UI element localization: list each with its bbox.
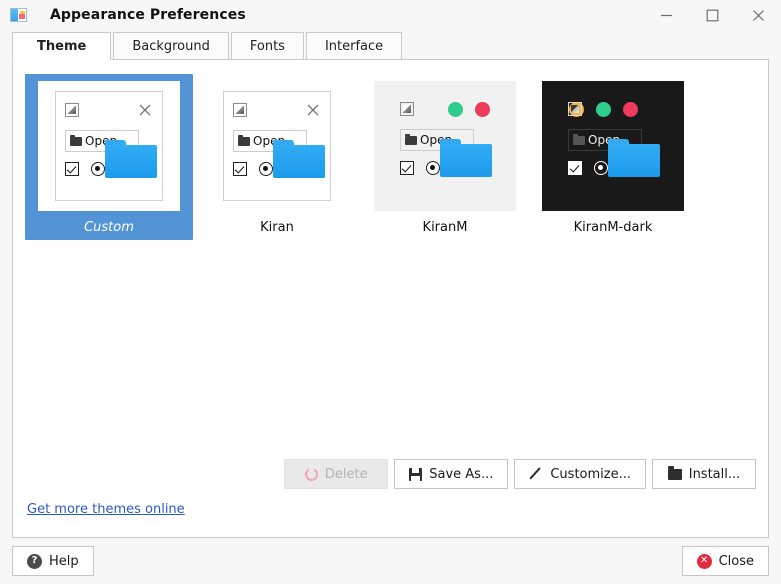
minimize-icon[interactable] [643,0,689,30]
appearance-icon [10,8,27,22]
tab-interface[interactable]: Interface [306,32,402,60]
theme-item-kiranm-dark[interactable]: Open KiranM-dark [529,74,697,240]
preview-folder-icon [238,137,250,146]
preview-checkbox [400,161,414,175]
maximize-icon[interactable] [689,0,735,30]
theme-actions: Delete Save As... Customize... Install..… [284,459,756,489]
preview-radio [259,162,273,176]
theme-list: Open Custom [13,60,768,240]
trash-icon [305,468,318,481]
theme-preview-kiranm-dark: Open [542,81,684,211]
theme-preview-custom: Open [38,81,180,211]
theme-preview-kiranm: Open [374,81,516,211]
customize-button[interactable]: Customize... [514,459,646,489]
save-as-button[interactable]: Save As... [394,459,508,489]
preview-maximize-icon [568,102,582,116]
preview-folder-graphic [273,140,325,178]
preview-maximize-icon [65,103,79,117]
preview-radio [91,162,105,176]
save-as-button-label: Save As... [429,467,493,482]
install-button[interactable]: Install... [652,459,756,489]
close-icon[interactable] [735,0,781,30]
tab-bar: Theme Background Fonts Interface [0,30,781,60]
preview-checkbox [233,162,247,176]
preview-folder-icon [405,136,417,145]
theme-item-custom[interactable]: Open Custom [25,74,193,240]
theme-item-kiran[interactable]: Open Kiran [193,74,361,240]
preview-radio [594,161,608,175]
get-more-themes-link[interactable]: Get more themes online [27,502,185,517]
tab-background[interactable]: Background [113,32,229,60]
customize-button-label: Customize... [550,467,631,482]
preview-checkbox [568,161,582,175]
help-icon: ? [27,554,42,569]
pencil-icon [529,467,543,481]
tab-fonts[interactable]: Fonts [231,32,304,60]
preview-folder-icon [70,137,82,146]
close-button-label: Close [719,554,754,569]
preview-maximize-icon [400,102,414,116]
delete-button-label: Delete [325,467,368,482]
window-title: Appearance Preferences [50,7,246,23]
preview-close-icon [137,102,153,118]
theme-name-kiran: Kiran [260,220,294,235]
preview-maximize-icon [233,103,247,117]
theme-name-kiranm: KiranM [423,220,468,235]
dialog-footer: ? Help ✕ Close [0,538,781,584]
window-controls [643,0,781,30]
preview-dot-red [475,102,490,117]
help-button-label: Help [49,554,79,569]
appearance-preferences-window: Appearance Preferences Theme Background … [0,0,781,584]
theme-panel: Open Custom [12,59,769,538]
preview-radio [426,161,440,175]
tab-theme[interactable]: Theme [12,32,111,60]
close-button[interactable]: ✕ Close [682,546,769,576]
preview-folder-icon [573,136,585,145]
titlebar: Appearance Preferences [0,0,781,30]
preview-dot-green [448,102,463,117]
preview-checkbox [65,162,79,176]
preview-dot-red [623,102,638,117]
preview-close-icon [305,102,321,118]
preview-folder-graphic [440,139,492,177]
theme-item-kiranm[interactable]: Open KiranM [361,74,529,240]
close-circle-icon: ✕ [697,554,712,569]
install-button-label: Install... [689,467,741,482]
preview-folder-graphic [608,139,660,177]
theme-preview-kiran: Open [206,81,348,211]
theme-name-custom: Custom [84,220,134,235]
preview-folder-graphic [105,140,157,178]
get-more-themes-row: Get more themes online [27,502,185,517]
theme-name-kiranm-dark: KiranM-dark [574,220,653,235]
help-button[interactable]: ? Help [12,546,94,576]
delete-button[interactable]: Delete [284,459,388,489]
folder-icon [668,469,682,480]
floppy-icon [409,468,422,481]
preview-dot-green [596,102,611,117]
